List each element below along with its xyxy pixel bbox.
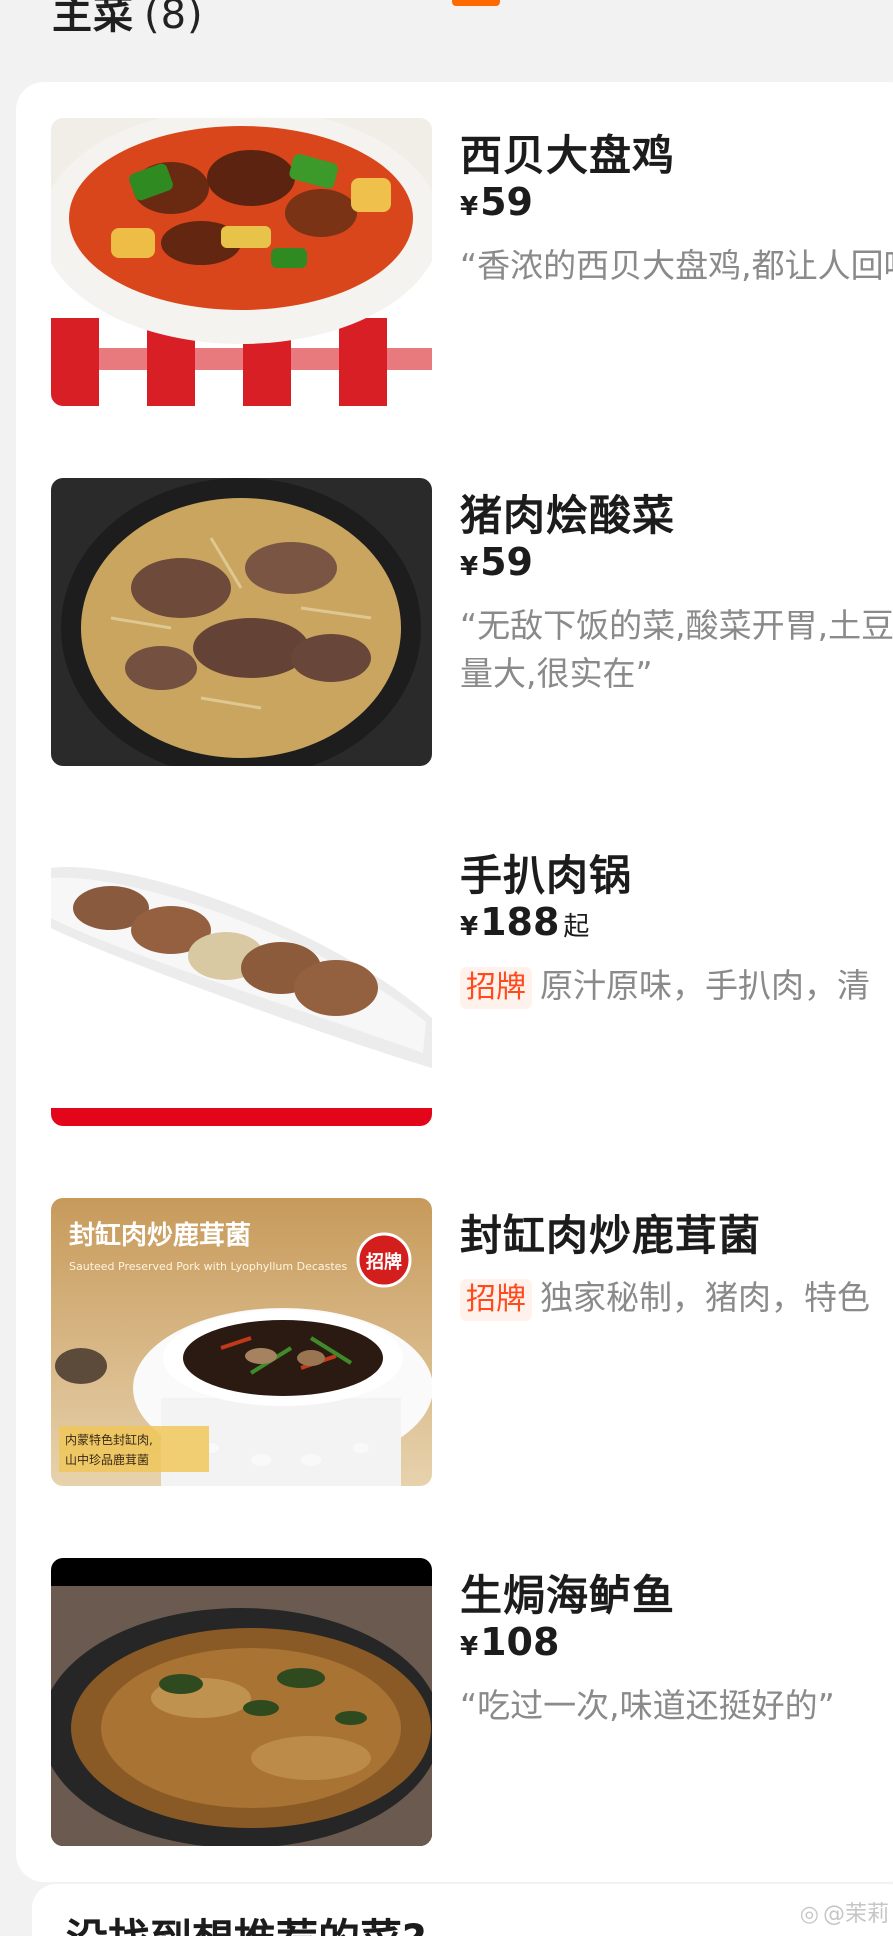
section-count: (8) [144, 0, 204, 38]
section-header: 主菜 (8) [52, 0, 204, 40]
menu-page: 主菜 (8) 西贝大盘鸡 ¥59 “香浓的西贝大盘鸡,都让人回味 猪肉烩酸菜 ¥… [0, 0, 893, 1936]
dish-image-suancai[interactable] [51, 478, 432, 766]
signature-badge: 招牌 [460, 967, 532, 1009]
price-value: 188 [480, 900, 560, 944]
dish-name: 封缸肉炒鹿茸菌 [460, 1211, 762, 1260]
dish-name: 生焗海鲈鱼 [460, 1571, 676, 1620]
image-title: 封缸肉炒鹿茸菌 [69, 1220, 251, 1251]
dish-photo [51, 1558, 432, 1846]
dish-name: 手扒肉锅 [460, 851, 633, 900]
dish-review: “无敌下饭的菜,酸菜开胃,土豆量大,很实在” [460, 606, 893, 693]
dish-photo [51, 118, 432, 406]
tab-indicator [452, 0, 500, 6]
dish-photo: 封缸肉炒鹿茸菌 Sauteed Preserved Pork with Lyop… [51, 1198, 432, 1486]
price-value: 108 [480, 1620, 560, 1664]
dish-image-shoubarou[interactable] [51, 838, 432, 1126]
dish-price: ¥108 [460, 1620, 559, 1664]
dish-image-lurongjun[interactable]: 封缸肉炒鹿茸菌 Sauteed Preserved Pork with Lyop… [51, 1198, 432, 1486]
watermark: ◎ @茉莉 [800, 1896, 889, 1928]
price-value: 59 [480, 180, 533, 224]
dish-image-dapanji[interactable] [51, 118, 432, 406]
dish-photo [51, 838, 432, 1126]
image-seal: 招牌 [366, 1251, 402, 1273]
dish-item[interactable]: 封缸肉炒鹿茸菌 Sauteed Preserved Pork with Lyop… [51, 1198, 893, 1486]
dish-item[interactable]: 生焗海鲈鱼 ¥108 “吃过一次,味道还挺好的” [51, 1558, 893, 1846]
dish-feature-text: 原汁原味，手扒肉，清 [540, 966, 870, 1005]
dish-price: ¥59 [460, 540, 533, 584]
signature-badge: 招牌 [460, 1279, 532, 1321]
weibo-icon: ◎ [799, 1902, 819, 1927]
dish-photo [51, 478, 432, 766]
price-suffix: 起 [563, 912, 590, 942]
image-caption-2: 山中珍品鹿茸菌 [65, 1452, 149, 1467]
dish-item[interactable]: 西贝大盘鸡 ¥59 “香浓的西贝大盘鸡,都让人回味 [51, 118, 893, 406]
dish-name: 猪肉烩酸菜 [460, 491, 676, 540]
currency-symbol: ¥ [460, 1632, 479, 1662]
dish-feature-text: 独家秘制，猪肉，特色 [540, 1278, 870, 1317]
dish-item[interactable]: 猪肉烩酸菜 ¥59 “无敌下饭的菜,酸菜开胃,土豆量大,很实在” [51, 478, 893, 766]
currency-symbol: ¥ [460, 552, 479, 582]
price-value: 59 [480, 540, 533, 584]
section-title: 主菜 [52, 0, 134, 38]
dish-price: ¥59 [460, 180, 533, 224]
currency-symbol: ¥ [460, 192, 479, 222]
dish-review: “香浓的西贝大盘鸡,都让人回味 [460, 246, 893, 285]
watermark-text: @茉莉 [822, 1902, 889, 1927]
dish-feature-line: 招牌 独家秘制，猪肉，特色 [460, 1274, 893, 1322]
suggest-dish-title: 没找到想推荐的菜? [66, 1906, 426, 1936]
dish-review: “吃过一次,味道还挺好的” [460, 1686, 835, 1725]
dish-image-haiyu[interactable] [51, 1558, 432, 1846]
suggest-dish-card[interactable]: 没找到想推荐的菜? [32, 1884, 893, 1936]
dish-price: ¥188 起 [460, 900, 589, 944]
dish-feature-line: 招牌 原汁原味，手扒肉，清 [460, 962, 893, 1010]
dish-name: 西贝大盘鸡 [460, 131, 676, 180]
currency-symbol: ¥ [460, 912, 479, 942]
image-subtitle: Sauteed Preserved Pork with Lyophyllum D… [69, 1260, 347, 1273]
image-caption-1: 内蒙特色封缸肉, [65, 1432, 153, 1447]
dish-item[interactable]: 手扒肉锅 ¥188 起 招牌 原汁原味，手扒肉，清 [51, 838, 893, 1126]
